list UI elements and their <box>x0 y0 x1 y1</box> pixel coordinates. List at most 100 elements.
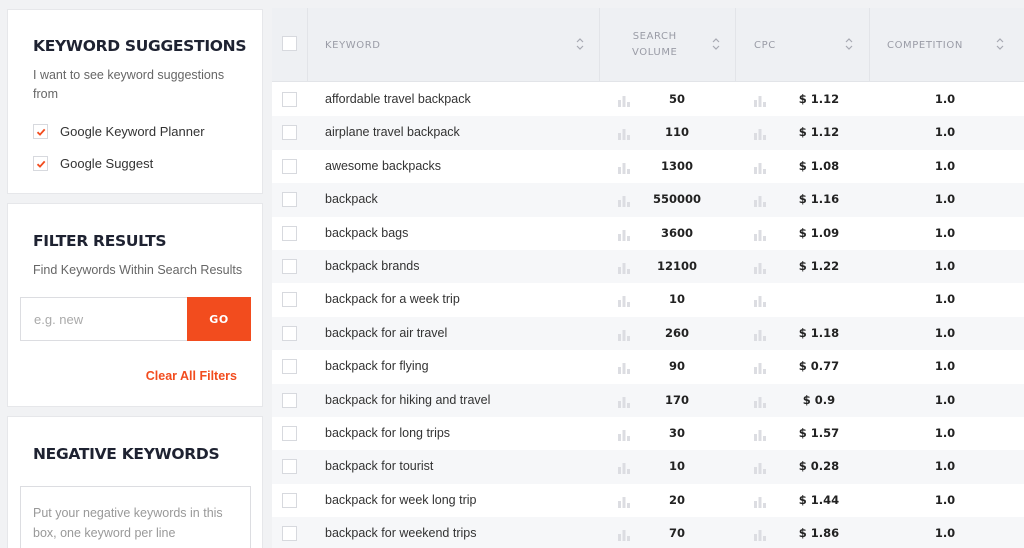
volume-chart-icon[interactable] <box>617 161 631 174</box>
cpc-cell: $ 1.16 <box>798 192 840 207</box>
keyword-cell[interactable]: backpack for air travel <box>325 317 447 350</box>
table-row: airplane travel backpack 110 $ 1.12 1.0 <box>272 116 1024 150</box>
row-checkbox[interactable] <box>282 492 297 508</box>
header-keyword[interactable]: KEYWORD <box>325 8 381 82</box>
keyword-cell[interactable]: backpack <box>325 183 378 216</box>
row-checkbox[interactable] <box>282 259 297 274</box>
option-google-suggest[interactable]: Google Suggest <box>33 156 153 171</box>
row-checkbox[interactable] <box>282 192 297 208</box>
keyword-cell[interactable]: backpack for weekend trips <box>325 517 476 548</box>
row-checkbox[interactable] <box>282 392 297 408</box>
header-competition[interactable]: COMPETITION <box>887 8 963 82</box>
cpc-chart-icon[interactable] <box>753 428 767 441</box>
cpc-cell: $ 0.77 <box>798 359 840 374</box>
filter-results-subtitle: Find Keywords Within Search Results <box>33 263 243 277</box>
cpc-cell: $ 1.12 <box>798 92 840 106</box>
cpc-chart-icon[interactable] <box>753 495 767 508</box>
filter-input[interactable] <box>20 297 188 341</box>
header-search-volume[interactable]: SEARCH VOLUME <box>632 8 677 82</box>
competition-cell: 1.0 <box>934 359 956 374</box>
volume-chart-icon[interactable] <box>617 495 631 508</box>
row-checkbox[interactable] <box>282 292 297 308</box>
table-row: backpack brands 12100 $ 1.22 1.0 <box>272 250 1024 284</box>
search-volume-cell: 30 <box>668 426 685 440</box>
cpc-chart-icon[interactable] <box>753 161 767 174</box>
volume-chart-icon[interactable] <box>617 428 631 441</box>
row-checkbox[interactable] <box>282 459 297 475</box>
volume-chart-icon[interactable] <box>617 228 631 241</box>
search-volume-cell: 1300 <box>660 158 693 173</box>
cpc-chart-icon[interactable] <box>753 528 767 542</box>
cpc-chart-icon[interactable] <box>753 194 767 208</box>
keyword-cell[interactable]: backpack for week long trip <box>325 484 476 517</box>
keyword-cell[interactable]: backpack brands <box>325 250 420 283</box>
keyword-cell[interactable]: backpack bags <box>325 217 408 250</box>
row-checkbox[interactable] <box>282 225 297 241</box>
competition-cell: 1.0 <box>934 92 956 106</box>
option-google-keyword-planner[interactable]: Google Keyword Planner <box>33 124 205 139</box>
row-checkbox[interactable] <box>282 325 297 341</box>
volume-chart-icon[interactable] <box>617 328 631 341</box>
volume-chart-icon[interactable] <box>617 127 631 141</box>
volume-chart-icon[interactable] <box>617 261 631 274</box>
negative-keywords-title: NEGATIVE KEYWORDS <box>33 445 220 463</box>
volume-chart-icon[interactable] <box>617 528 631 542</box>
sort-icon[interactable] <box>845 37 853 51</box>
cpc-chart-icon[interactable] <box>753 328 767 341</box>
volume-chart-icon[interactable] <box>617 294 631 308</box>
row-checkbox[interactable] <box>282 426 297 441</box>
volume-chart-icon[interactable] <box>617 361 631 375</box>
search-volume-cell: 550000 <box>652 192 701 207</box>
row-checkbox[interactable] <box>282 359 297 375</box>
keyword-cell[interactable]: airplane travel backpack <box>325 116 460 149</box>
cpc-cell: $ 0.28 <box>798 459 840 474</box>
checkbox-checked-icon[interactable] <box>33 124 48 139</box>
keyword-cell[interactable]: backpack for hiking and travel <box>325 384 490 417</box>
keyword-cell[interactable]: awesome backpacks <box>325 150 441 183</box>
cpc-chart-icon[interactable] <box>753 395 767 408</box>
filter-results-panel: FILTER RESULTS Find Keywords Within Sear… <box>7 203 263 407</box>
competition-cell: 1.0 <box>934 325 956 340</box>
search-volume-cell: 50 <box>668 92 685 106</box>
row-checkbox[interactable] <box>282 158 297 174</box>
volume-chart-icon[interactable] <box>617 94 631 107</box>
cpc-chart-icon[interactable] <box>753 294 767 308</box>
volume-chart-icon[interactable] <box>617 194 631 208</box>
go-button[interactable]: GO <box>187 297 251 341</box>
cpc-chart-icon[interactable] <box>753 127 767 141</box>
keyword-cell[interactable]: affordable travel backpack <box>325 83 471 116</box>
header-search-volume-line2: VOLUME <box>632 47 678 58</box>
keyword-suggestions-subtitle-line1: I want to see keyword suggestions <box>33 68 225 82</box>
header-cpc[interactable]: CPC <box>754 8 776 82</box>
keyword-cell[interactable]: backpack for flying <box>325 350 429 383</box>
cpc-chart-icon[interactable] <box>753 261 767 274</box>
cpc-chart-icon[interactable] <box>753 361 767 375</box>
sort-icon[interactable] <box>996 37 1004 51</box>
checkbox-checked-icon[interactable] <box>33 156 48 171</box>
cpc-chart-icon[interactable] <box>753 228 767 241</box>
keyword-suggestions-panel: KEYWORD SUGGESTIONS I want to see keywor… <box>7 9 263 194</box>
volume-chart-icon[interactable] <box>617 461 631 475</box>
table-row: backpack for a week trip 10 1.0 <box>272 283 1024 316</box>
row-checkbox[interactable] <box>282 526 297 542</box>
keyword-cell[interactable]: backpack for long trips <box>325 417 450 450</box>
keyword-cell[interactable]: backpack for tourist <box>325 450 433 483</box>
sort-icon[interactable] <box>712 37 720 51</box>
cpc-chart-icon[interactable] <box>753 94 767 107</box>
header-divider <box>307 8 308 82</box>
header-divider <box>869 8 870 82</box>
competition-cell: 1.0 <box>934 259 956 273</box>
competition-cell: 1.0 <box>934 292 956 307</box>
clear-all-filters-link[interactable]: Clear All Filters <box>146 369 237 383</box>
competition-cell: 1.0 <box>934 526 956 541</box>
header-divider <box>735 8 736 82</box>
row-checkbox[interactable] <box>282 92 297 107</box>
table-row: backpack for long trips 30 $ 1.57 1.0 <box>272 417 1024 450</box>
row-checkbox[interactable] <box>282 125 297 141</box>
negative-keywords-textarea[interactable]: Put your negative keywords in this box, … <box>20 486 251 548</box>
keyword-cell[interactable]: backpack for a week trip <box>325 283 460 316</box>
select-all-checkbox[interactable] <box>282 36 297 51</box>
volume-chart-icon[interactable] <box>617 395 631 408</box>
sort-icon[interactable] <box>576 37 584 51</box>
cpc-chart-icon[interactable] <box>753 461 767 475</box>
